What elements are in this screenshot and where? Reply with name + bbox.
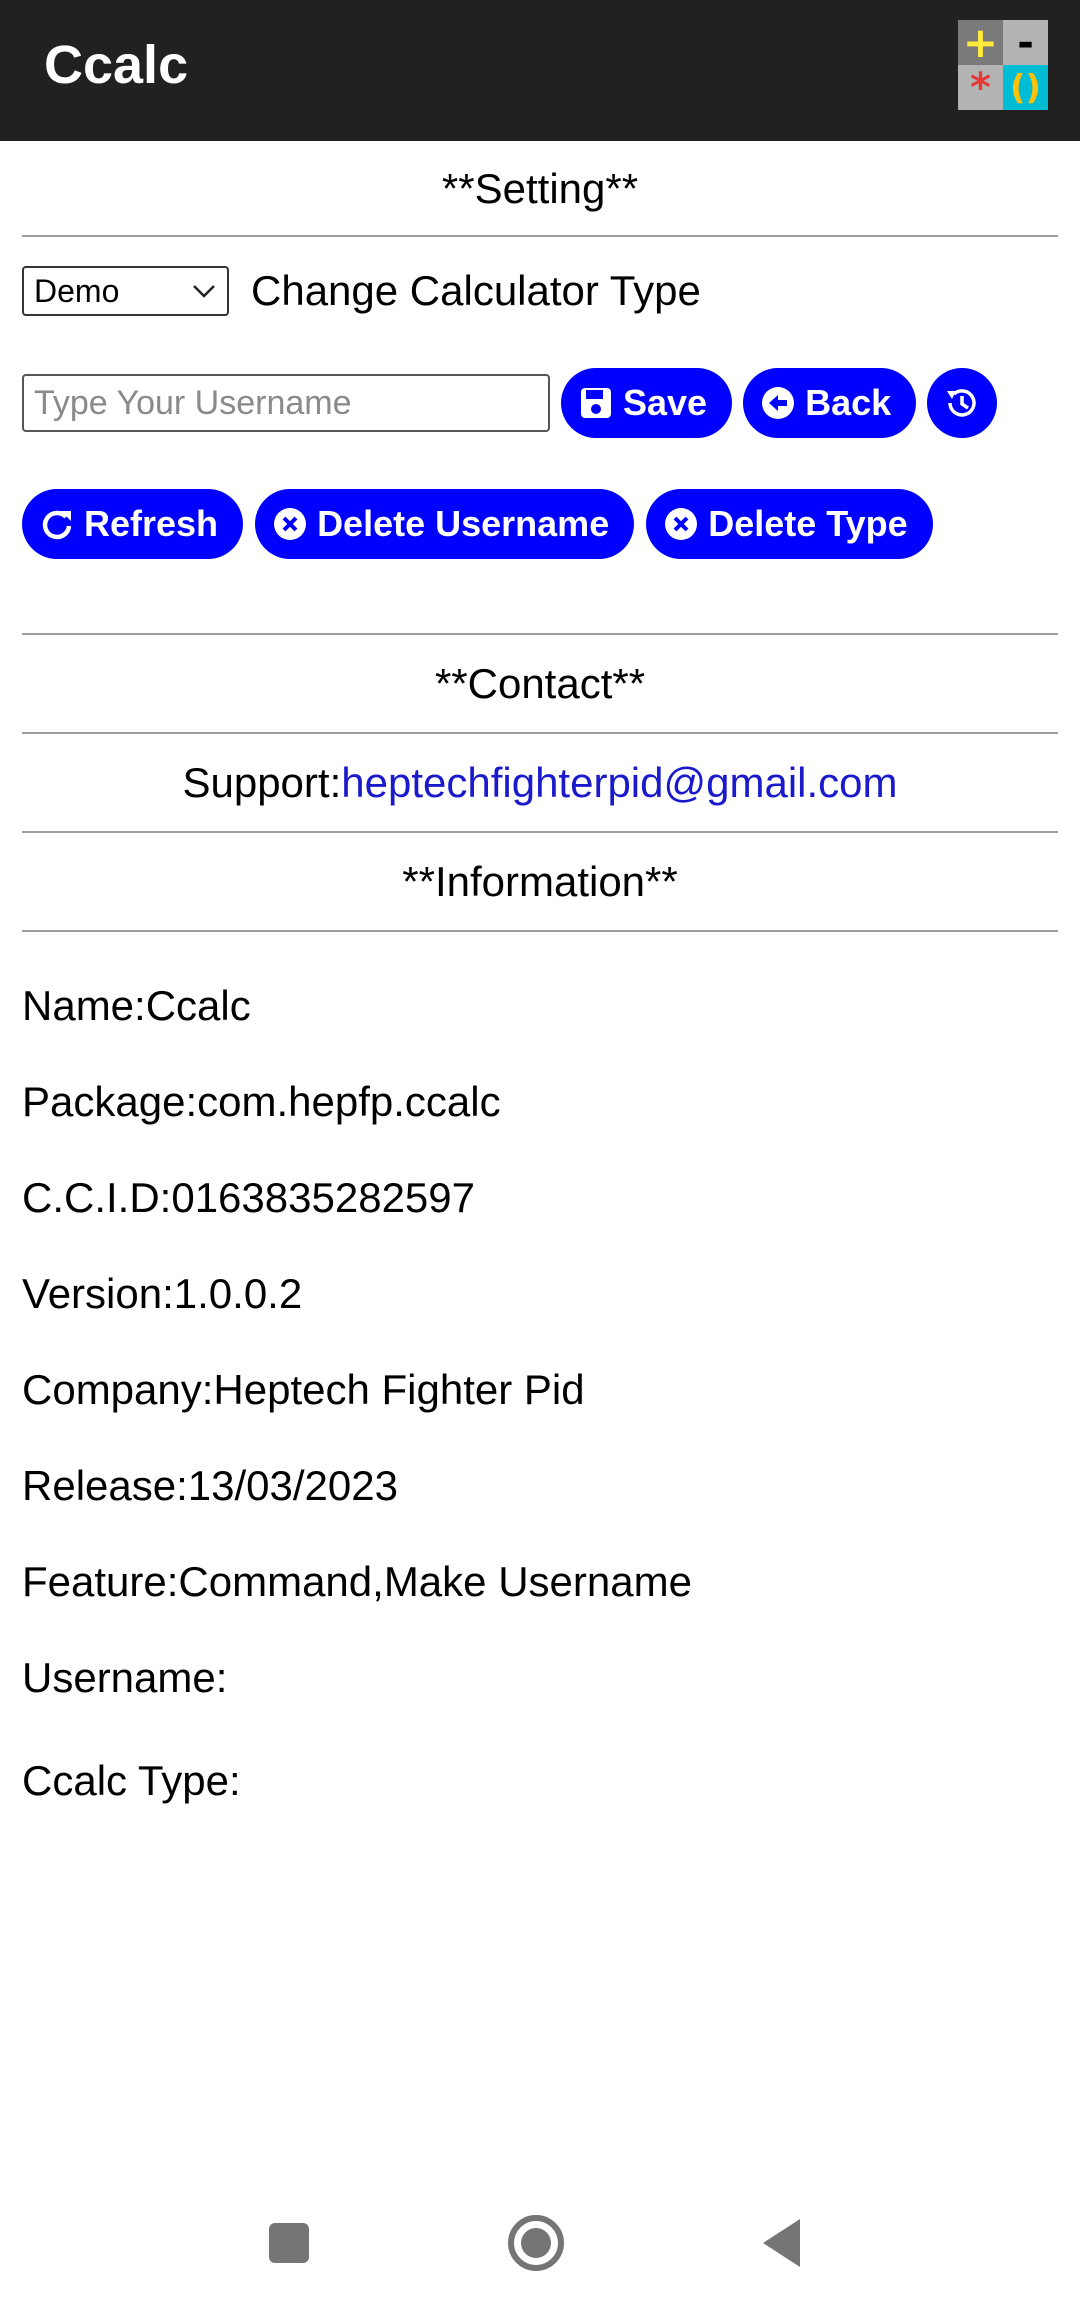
app-title: Ccalc bbox=[44, 35, 189, 95]
username-row: Save Back bbox=[22, 368, 998, 438]
support-label: Support: bbox=[182, 759, 342, 806]
back-button[interactable]: Back bbox=[743, 368, 917, 438]
calculator-type-select[interactable]: Demo bbox=[22, 266, 229, 316]
logo-plus-glyph: + bbox=[958, 18, 1003, 67]
info-ccid: C.C.I.D:0163835282597 bbox=[22, 1174, 475, 1221]
history-button[interactable] bbox=[927, 368, 998, 438]
floppy-disk-icon bbox=[581, 388, 611, 418]
system-navigation-bar bbox=[0, 2187, 1080, 2297]
info-company: Company:Heptech Fighter Pid bbox=[22, 1366, 585, 1413]
history-icon bbox=[947, 389, 976, 417]
close-circle-icon bbox=[274, 508, 307, 540]
save-label: Save bbox=[623, 382, 708, 423]
delete-username-button[interactable]: Delete Username bbox=[255, 489, 635, 559]
chevron-down-icon bbox=[193, 285, 215, 298]
calculator-logo-icon: + - * () bbox=[958, 18, 1048, 111]
arrow-left-circle-icon bbox=[762, 387, 795, 419]
home-circle-icon[interactable] bbox=[505, 2209, 567, 2275]
refresh-label: Refresh bbox=[84, 503, 219, 544]
info-name: Name:Ccalc bbox=[22, 982, 251, 1029]
logo-multiply-glyph: * bbox=[958, 65, 1003, 111]
info-version: Version:1.0.0.2 bbox=[22, 1270, 303, 1317]
back-triangle-icon[interactable] bbox=[757, 2209, 807, 2275]
calculator-type-value: Demo bbox=[34, 272, 120, 309]
logo-parens-glyph: () bbox=[1003, 65, 1048, 110]
app-bar: Ccalc + - * () bbox=[0, 0, 1080, 141]
delete-type-button[interactable]: Delete Type bbox=[646, 489, 933, 559]
refresh-button[interactable]: Refresh bbox=[22, 489, 244, 559]
calculator-type-label: Change Calculator Type bbox=[251, 267, 701, 314]
setting-heading: **Setting** bbox=[441, 165, 639, 212]
divider bbox=[22, 930, 1058, 932]
setting-section: **Setting** bbox=[22, 141, 1058, 237]
delete-username-label: Delete Username bbox=[317, 503, 610, 544]
info-username: Username: bbox=[22, 1654, 228, 1701]
info-release: Release:13/03/2023 bbox=[22, 1462, 398, 1509]
action-buttons-row: Refresh Delete Username Delete Type bbox=[22, 489, 945, 559]
info-package: Package:com.hepfp.ccalc bbox=[22, 1078, 501, 1125]
close-circle-icon bbox=[665, 508, 698, 540]
info-feature: Feature:Command,Make Username bbox=[22, 1558, 692, 1605]
logo-minus-glyph: - bbox=[1003, 20, 1048, 66]
calculator-type-row: Demo Change Calculator Type bbox=[22, 265, 701, 317]
save-button[interactable]: Save bbox=[561, 368, 733, 438]
delete-type-label: Delete Type bbox=[708, 503, 908, 544]
information-heading: **Information** bbox=[402, 858, 678, 905]
contact-heading: **Contact** bbox=[434, 660, 646, 707]
info-ccalc-type: Ccalc Type: bbox=[22, 1757, 241, 1804]
username-input[interactable] bbox=[22, 374, 550, 432]
refresh-icon bbox=[42, 510, 72, 540]
back-label: Back bbox=[805, 382, 892, 423]
recents-square-icon[interactable] bbox=[264, 2209, 314, 2275]
support-email-link[interactable]: heptechfighterpid@gmail.com bbox=[341, 759, 897, 806]
support-line: Support:heptechfighterpid@gmail.com bbox=[22, 734, 1058, 831]
contact-section: **Contact** Support:heptechfighterpid@gm… bbox=[22, 633, 1058, 932]
